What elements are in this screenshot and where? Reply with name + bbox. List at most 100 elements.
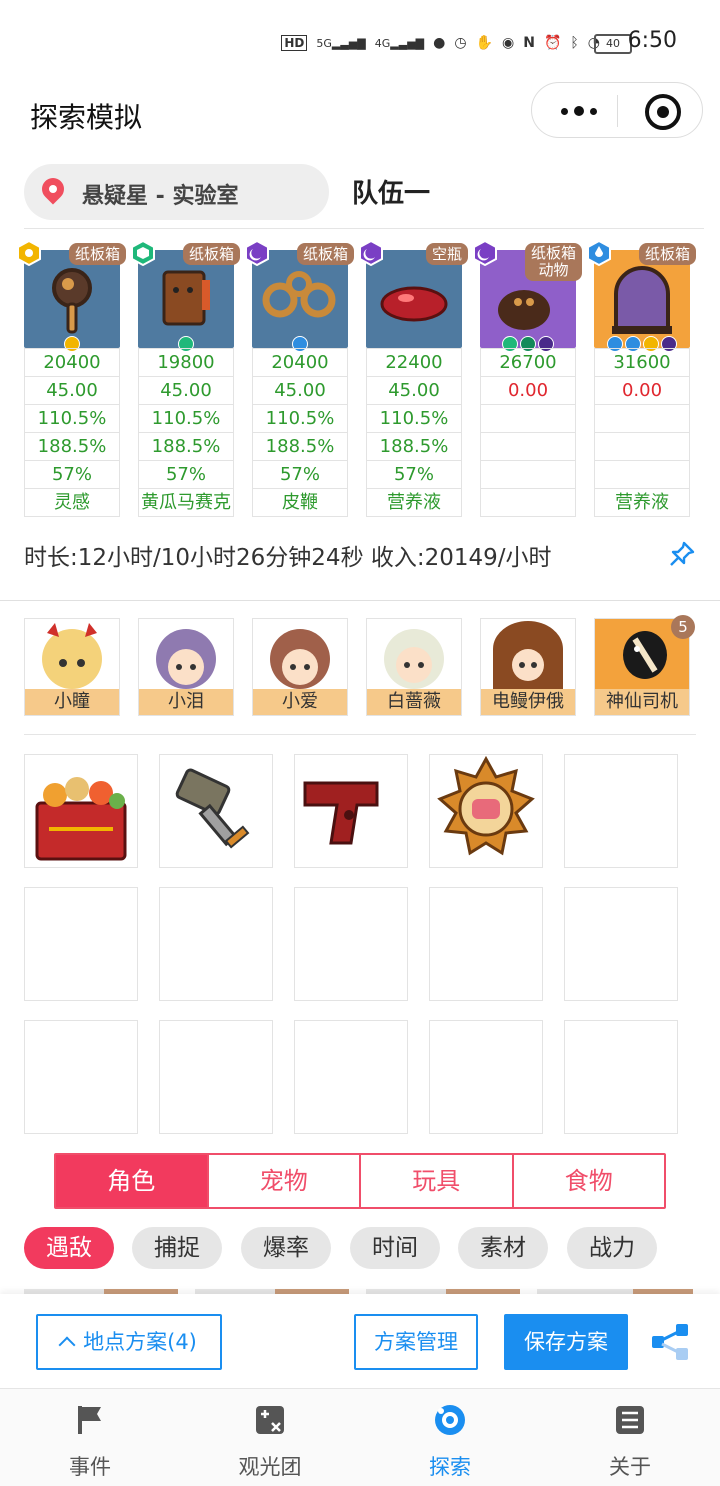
chip-drop-rate[interactable]: 爆率 <box>241 1227 331 1269</box>
item-cell[interactable] <box>564 887 678 1001</box>
stat-value: 0.00 <box>594 377 690 405</box>
item-cell[interactable] <box>294 1020 408 1134</box>
item-cell[interactable] <box>294 887 408 1001</box>
item-cell[interactable] <box>24 1020 138 1134</box>
bottom-tab-bar: 事件 观光团 探索 关于 <box>0 1388 720 1486</box>
member-card[interactable]: 小泪 <box>138 618 234 716</box>
rarity-purple-icon <box>245 240 269 266</box>
tab-food[interactable]: 食物 <box>514 1155 665 1207</box>
location-plan-button[interactable]: 地点方案(4) <box>36 1314 222 1370</box>
status-time: 6:50 <box>627 28 677 53</box>
item-cell[interactable] <box>159 754 273 868</box>
slot-stats: 26700 0.00 <box>480 348 576 517</box>
location-label: 悬疑星 - 实验室 <box>82 184 239 209</box>
item-cell[interactable] <box>24 754 138 868</box>
slot-tag: 空瓶 <box>425 243 468 265</box>
list-icon <box>616 1406 644 1434</box>
plan-manage-button[interactable]: 方案管理 <box>354 1314 478 1370</box>
save-plan-button[interactable]: 保存方案 <box>504 1314 628 1370</box>
character-avatar-icon <box>384 629 444 689</box>
character-avatar-icon <box>270 629 330 689</box>
miniprogram-capsule <box>531 82 703 138</box>
network-label-2: 4G <box>374 36 391 50</box>
stat-rate <box>594 405 690 433</box>
chip-time[interactable]: 时间 <box>350 1227 440 1269</box>
stat-rate2: 188.5% <box>138 433 234 461</box>
stat-power: 20400 <box>24 348 120 377</box>
bento-box-icon <box>35 777 127 861</box>
team-name[interactable]: 队伍一 <box>352 173 430 210</box>
member-name: 白蔷薇 <box>367 689 461 715</box>
tab-tour-group[interactable]: 观光团 <box>210 1403 330 1481</box>
item-cell[interactable] <box>159 887 273 1001</box>
item-cell[interactable] <box>429 887 543 1001</box>
chip-capture[interactable]: 捕捉 <box>132 1227 222 1269</box>
item-cell[interactable] <box>429 754 543 868</box>
category-tabs: 角色 宠物 玩具 食物 <box>54 1153 666 1209</box>
stat-name <box>480 489 576 517</box>
share-icon[interactable] <box>650 1322 690 1362</box>
rarity-purple-icon <box>359 240 383 266</box>
more-dot-icon <box>590 107 597 115</box>
timer-icon: ◷ <box>454 35 467 51</box>
stat-name: 皮鞭 <box>252 489 348 517</box>
tab-toy[interactable]: 玩具 <box>361 1155 514 1207</box>
member-card[interactable]: 电鳗伊俄 <box>480 618 576 716</box>
item-cell[interactable] <box>159 1020 273 1134</box>
stat-rate2: 188.5% <box>252 433 348 461</box>
member-card[interactable]: 小爱 <box>252 618 348 716</box>
item-cell[interactable] <box>564 1020 678 1134</box>
more-button[interactable] <box>554 96 604 126</box>
more-dot-icon <box>561 107 568 115</box>
tab-label: 观光团 <box>238 1455 302 1479</box>
signal-5g-icon: 5G▂▃▅▇ <box>316 36 366 50</box>
item-cell[interactable] <box>294 754 408 868</box>
stat-value: 45.00 <box>366 377 462 405</box>
stat-value: 45.00 <box>138 377 234 405</box>
chip-encounter[interactable]: 遇敌 <box>24 1227 114 1269</box>
chip-power[interactable]: 战力 <box>567 1227 657 1269</box>
stat-power: 26700 <box>480 348 576 377</box>
slot-tag: 纸板箱 <box>182 243 240 265</box>
tab-character[interactable]: 角色 <box>56 1155 209 1207</box>
item-cell[interactable] <box>24 887 138 1001</box>
location-selector[interactable]: 悬疑星 - 实验室 <box>24 164 329 220</box>
stat-percent: 57% <box>24 461 120 489</box>
flag-icon <box>78 1406 101 1434</box>
member-card[interactable]: 白蔷薇 <box>366 618 462 716</box>
chip-material[interactable]: 素材 <box>458 1227 548 1269</box>
tab-about[interactable]: 关于 <box>570 1403 690 1481</box>
status-icons: HD 5G▂▃▅▇ 4G▂▃▅▇ ● ◷ ✋ ◉ N ⏰ ᛒ ◔ <box>281 30 600 56</box>
slot-stats: 20400 45.00 110.5% 188.5% 57% 皮鞭 <box>252 348 348 517</box>
member-card[interactable]: 小瞳 <box>24 618 120 716</box>
tab-pet[interactable]: 宠物 <box>209 1155 361 1207</box>
member-name: 小泪 <box>139 689 233 715</box>
capsule-divider <box>617 95 618 127</box>
bluetooth-icon: ᛒ <box>570 35 579 51</box>
rarity-green-icon <box>131 240 155 266</box>
stat-name: 灵感 <box>24 489 120 517</box>
member-card[interactable]: 神仙司机 5 <box>594 615 695 716</box>
item-cell[interactable] <box>564 754 678 868</box>
page-title: 探索模拟 <box>30 101 143 134</box>
stat-percent: 57% <box>366 461 462 489</box>
battery-icon: 40 <box>594 32 632 54</box>
pin-icon[interactable] <box>668 540 696 568</box>
divider <box>24 734 696 735</box>
tab-events[interactable]: 事件 <box>30 1403 150 1481</box>
stat-power: 19800 <box>138 348 234 377</box>
action-bar: 地点方案(4) 方案管理 保存方案 <box>0 1294 720 1388</box>
stat-value: 45.00 <box>24 377 120 405</box>
member-name: 神仙司机 <box>595 689 689 715</box>
stat-rate: 110.5% <box>366 405 462 433</box>
stat-value: 45.00 <box>252 377 348 405</box>
stat-percent: 57% <box>252 461 348 489</box>
more-dot-icon <box>574 106 584 116</box>
slot-tag-line2: 动物 <box>538 261 569 279</box>
tab-explore[interactable]: 探索 <box>390 1403 510 1481</box>
close-target-button[interactable] <box>645 94 681 130</box>
item-cell[interactable] <box>429 1020 543 1134</box>
stat-percent: 57% <box>138 461 234 489</box>
slot-tag: 纸板箱 动物 <box>524 243 582 281</box>
stat-rate: 110.5% <box>138 405 234 433</box>
